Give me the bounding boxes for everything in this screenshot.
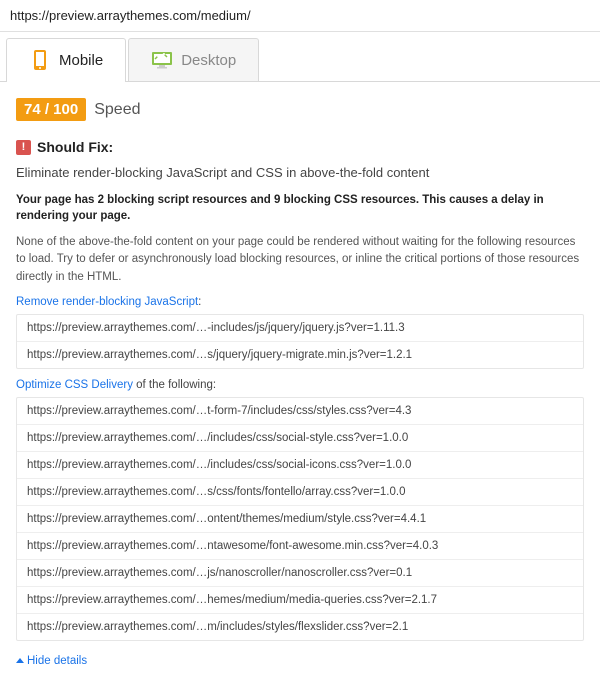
should-fix-heading: ! Should Fix: — [16, 139, 584, 155]
rule-title: Eliminate render-blocking JavaScript and… — [16, 165, 584, 180]
optimize-css-link[interactable]: Optimize CSS Delivery — [16, 379, 133, 391]
list-item: https://preview.arraythemes.com/…js/nano… — [17, 560, 583, 587]
mobile-icon — [29, 49, 51, 71]
list-item: https://preview.arraythemes.com/…/includ… — [17, 452, 583, 479]
js-subhead: Remove render-blocking JavaScript: — [16, 296, 584, 308]
score-label: Speed — [94, 101, 140, 119]
rule-explain: None of the above-the-fold content on yo… — [16, 234, 584, 286]
score-line: 74 / 100 Speed — [16, 98, 584, 121]
list-item: https://preview.arraythemes.com/…hemes/m… — [17, 587, 583, 614]
hide-details-toggle[interactable]: Hide details — [16, 655, 87, 667]
chevron-up-icon — [16, 658, 24, 663]
list-item: https://preview.arraythemes.com/…t-form-… — [17, 398, 583, 425]
tab-mobile-label: Mobile — [59, 52, 103, 69]
hide-details-label: Hide details — [27, 655, 87, 667]
device-tabs: Mobile Desktop — [0, 38, 600, 82]
list-item: https://preview.arraythemes.com/…ntaweso… — [17, 533, 583, 560]
list-item: https://preview.arraythemes.com/…-includ… — [17, 315, 583, 342]
exclamation-icon: ! — [16, 140, 31, 155]
remove-blocking-js-link[interactable]: Remove render-blocking JavaScript — [16, 296, 198, 308]
list-item: https://preview.arraythemes.com/…m/inclu… — [17, 614, 583, 640]
list-item: https://preview.arraythemes.com/…/includ… — [17, 425, 583, 452]
css-resource-list: https://preview.arraythemes.com/…t-form-… — [16, 397, 584, 641]
list-item: https://preview.arraythemes.com/…ontent/… — [17, 506, 583, 533]
content-pane: 74 / 100 Speed ! Should Fix: Eliminate r… — [0, 82, 600, 677]
tab-desktop-label: Desktop — [181, 52, 236, 69]
should-fix-text: Should Fix: — [37, 139, 113, 155]
tab-mobile[interactable]: Mobile — [6, 38, 126, 81]
score-badge: 74 / 100 — [16, 98, 86, 121]
desktop-icon — [151, 49, 173, 71]
js-resource-list: https://preview.arraythemes.com/…-includ… — [16, 314, 584, 369]
css-subhead: Optimize CSS Delivery of the following: — [16, 379, 584, 391]
css-link-after: of the following: — [133, 379, 216, 391]
js-link-after: : — [198, 296, 201, 308]
list-item: https://preview.arraythemes.com/…s/css/f… — [17, 479, 583, 506]
url-bar[interactable]: https://preview.arraythemes.com/medium/ — [0, 0, 600, 32]
tab-desktop[interactable]: Desktop — [128, 38, 259, 81]
list-item: https://preview.arraythemes.com/…s/jquer… — [17, 342, 583, 368]
rule-summary: Your page has 2 blocking script resource… — [16, 192, 584, 224]
